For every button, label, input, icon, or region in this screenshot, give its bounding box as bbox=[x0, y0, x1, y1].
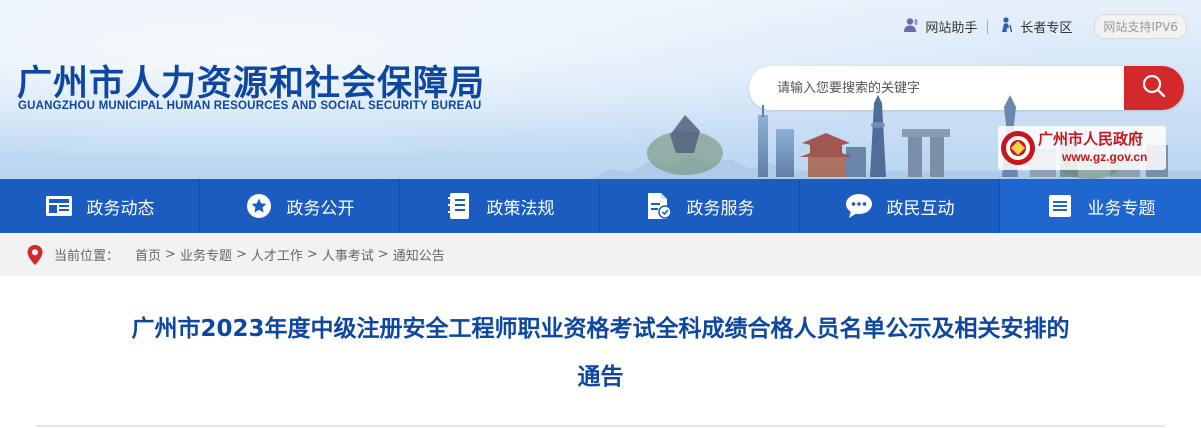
content-divider bbox=[36, 425, 1165, 427]
website-assistant-link[interactable]: 网站助手 bbox=[893, 17, 987, 37]
document-edit-icon bbox=[645, 192, 673, 220]
breadcrumb-separator: > bbox=[306, 247, 318, 262]
news-icon bbox=[45, 192, 73, 220]
assistant-icon bbox=[903, 17, 919, 37]
article-title-line-1: 广州市2023年度中级注册安全工程师职业资格考试全科成绩合格人员名单公示及相关安… bbox=[131, 316, 1070, 342]
nav-item-services[interactable]: 政务服务 bbox=[600, 179, 800, 233]
bureau-logo-en: GUANGZHOU MUNICIPAL HUMAN RESOURCES AND … bbox=[18, 100, 482, 112]
main-nav: 政务动态 政务公开 政策法规 政务服务 政民互动 业务专题 bbox=[0, 179, 1201, 233]
elderly-zone-label: 长者专区 bbox=[1020, 21, 1073, 36]
location-pin-icon bbox=[26, 244, 44, 266]
nav-label: 业务专题 bbox=[1087, 198, 1156, 219]
article-title: 广州市2023年度中级注册安全工程师职业资格考试全科成绩合格人员名单公示及相关安… bbox=[30, 305, 1171, 401]
elderly-zone-link[interactable]: 长者专区 bbox=[988, 16, 1082, 37]
nav-item-interaction[interactable]: 政民互动 bbox=[800, 179, 1000, 233]
bureau-logo-cn[interactable]: 广州市人力资源和社会保障局 bbox=[17, 55, 485, 106]
nav-item-policies[interactable]: 政策法规 bbox=[400, 179, 600, 233]
book-icon bbox=[445, 192, 473, 220]
breadcrumb-separator: > bbox=[235, 247, 247, 262]
gov-badge-url[interactable]: www.gz.gov.cn bbox=[1062, 150, 1147, 164]
nav-label: 政策法规 bbox=[486, 198, 555, 219]
list-icon bbox=[1046, 192, 1074, 220]
nav-label: 政务动态 bbox=[86, 198, 155, 219]
gov-badge-name[interactable]: 广州市人民政府 bbox=[1038, 128, 1143, 149]
breadcrumb-separator: > bbox=[165, 247, 176, 262]
site-header: 网站助手 长者专区 网站支持IPV6 广州市人力资源和社会保障局 GUANGZH… bbox=[0, 0, 1201, 179]
nav-item-affairs-open[interactable]: 政务公开 bbox=[200, 179, 400, 233]
article-title-line-2: 通告 bbox=[577, 364, 624, 390]
chat-icon bbox=[845, 192, 873, 220]
breadcrumb: 当前位置： 首页 > 业务专题 > 人才工作 > 人事考试 > 通知公告 bbox=[0, 233, 1201, 276]
breadcrumb-exams[interactable]: 人事考试 bbox=[322, 245, 374, 264]
breadcrumb-home[interactable]: 首页 bbox=[135, 245, 161, 264]
ipv6-badge: 网站支持IPV6 bbox=[1094, 14, 1187, 39]
star-icon bbox=[245, 192, 273, 220]
nav-item-news[interactable]: 政务动态 bbox=[0, 179, 200, 233]
breadcrumb-notices[interactable]: 通知公告 bbox=[393, 245, 445, 264]
breadcrumb-label: 当前位置： bbox=[54, 249, 120, 264]
website-assistant-label: 网站助手 bbox=[925, 21, 978, 36]
nav-label: 政民互动 bbox=[886, 198, 955, 219]
nav-item-topics[interactable]: 业务专题 bbox=[1000, 179, 1201, 233]
nav-label: 政务服务 bbox=[686, 198, 755, 219]
breadcrumb-talent[interactable]: 人才工作 bbox=[251, 245, 303, 264]
nav-label: 政务公开 bbox=[286, 198, 355, 219]
elderly-icon bbox=[998, 16, 1014, 37]
top-links: 网站助手 长者专区 网站支持IPV6 bbox=[893, 14, 1187, 39]
breadcrumb-topics[interactable]: 业务专题 bbox=[180, 245, 232, 264]
breadcrumb-separator: > bbox=[377, 247, 389, 262]
